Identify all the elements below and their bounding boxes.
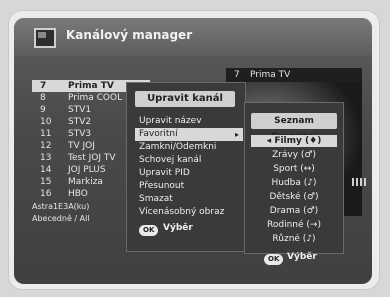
submenu-title: Seznam Favoritní — [251, 113, 337, 142]
channel-name: JOJ PLUS — [68, 165, 106, 175]
favorite-group-kids[interactable]: Dětské (♂) — [251, 191, 337, 203]
menu-item-delete[interactable]: Smazat — [135, 193, 243, 206]
channel-number: 10 — [40, 117, 52, 127]
favorite-group-various[interactable]: Různé (♪) — [251, 233, 337, 245]
menu-item-edit-pid[interactable]: Upravit PID — [135, 167, 243, 180]
title-bar: Kanálový manager — [14, 18, 372, 56]
favorite-group-sport[interactable]: Sport (↔) — [251, 163, 337, 175]
channel-number: 15 — [40, 177, 52, 187]
channel-name: STV2 — [68, 117, 92, 127]
menu-item-rename[interactable]: Upravit název — [135, 115, 243, 128]
channel-name: HBO — [68, 189, 88, 199]
signal-bars-icon — [352, 178, 366, 186]
submenu-ok-label: Výběr — [287, 252, 317, 262]
favorite-group-music[interactable]: Hudba (♪) — [251, 177, 337, 189]
edit-channel-menu: Upravit kanál Upravit název Favoritní ▸ … — [126, 82, 246, 252]
favorites-submenu: Seznam Favoritní ◂ Filmy (♦) Zrávy (♂) S… — [244, 102, 344, 254]
preview-channel-name: Prima TV — [250, 70, 291, 80]
channel-number: 14 — [40, 165, 52, 175]
favorite-group-movies[interactable]: ◂ Filmy (♦) — [251, 135, 337, 147]
submenu-arrow-icon: ▸ — [234, 130, 239, 139]
channel-number: 12 — [40, 141, 52, 151]
channel-name: Test JOJ TV — [68, 153, 116, 163]
ok-button[interactable]: OK — [139, 225, 159, 236]
channel-number: 16 — [40, 189, 52, 199]
channel-name: STV1 — [68, 105, 92, 115]
favorite-group-drama[interactable]: Drama (♂) — [251, 205, 337, 217]
menu-item-label: Upravit PID — [139, 168, 190, 178]
channel-number: 7 — [40, 81, 47, 91]
ok-action-label: Výběr — [163, 223, 193, 233]
satellite-info: Astra1E3A(ku) — [32, 202, 90, 211]
channel-name: TV JOJ — [68, 141, 95, 151]
menu-item-move[interactable]: Přesunout — [135, 180, 243, 193]
favorite-group-news[interactable]: Zrávy (♂) — [251, 149, 337, 161]
page-title: Kanálový manager — [66, 28, 193, 42]
preview-header: 7 Prima TV — [226, 68, 362, 82]
menu-item-label: Zamkni/Odemkni — [139, 142, 217, 152]
channel-name: Prima COOL — [68, 93, 123, 103]
channel-number: 9 — [40, 105, 46, 115]
menu-item-label: Vícenásobný obraz — [139, 207, 225, 217]
submenu-ok-button[interactable]: OK — [264, 254, 284, 265]
menu-item-label: Smazat — [139, 194, 173, 204]
menu-item-label: Přesunout — [139, 181, 185, 191]
channel-number: 8 — [40, 93, 46, 103]
menu-title: Upravit kanál — [135, 91, 235, 107]
sort-info: Abecedně / All — [32, 214, 90, 223]
tv-screen: Kanálový manager 7 Prima TV 7 Prima TV 8… — [14, 18, 372, 284]
channel-number: 11 — [40, 129, 52, 139]
menu-item-hide[interactable]: Schovej kanál — [135, 154, 243, 167]
channel-name: STV3 — [68, 129, 92, 139]
menu-item-lock[interactable]: Zamkni/Odemkni — [135, 141, 243, 154]
favorite-group-family[interactable]: Rodinné (→) — [251, 219, 337, 231]
channel-name: Markiza — [68, 177, 103, 187]
channel-number: 13 — [40, 153, 52, 163]
menu-item-label: Favoritní — [139, 129, 178, 139]
menu-item-label: Upravit název — [139, 116, 202, 126]
tv-icon — [34, 28, 56, 48]
menu-item-multi-picture[interactable]: Vícenásobný obraz — [135, 206, 243, 219]
menu-item-favorites[interactable]: Favoritní ▸ — [135, 128, 243, 141]
channel-name: Prima TV — [68, 81, 114, 91]
menu-item-label: Schovej kanál — [139, 155, 202, 165]
preview-channel-number: 7 — [234, 70, 240, 80]
